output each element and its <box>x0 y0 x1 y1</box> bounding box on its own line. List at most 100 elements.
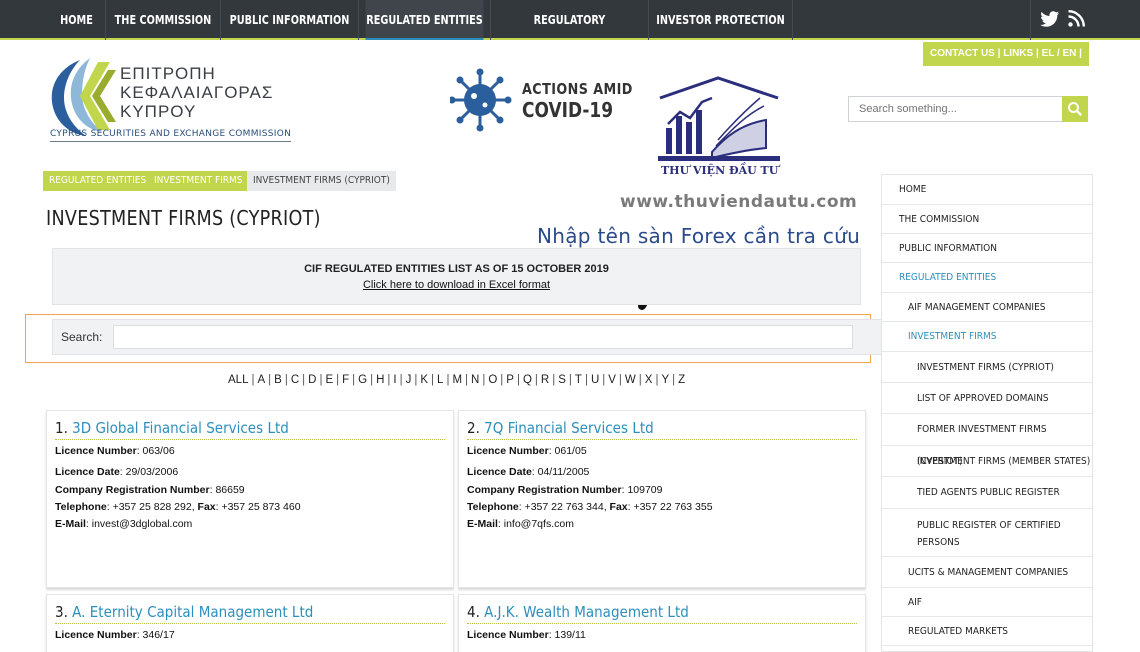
letter-filter-m[interactable]: M <box>452 374 462 386</box>
search-icon <box>1068 102 1082 116</box>
sidebar-navigation: HOME THE COMMISSION PUBLIC INFORMATION R… <box>881 174 1093 652</box>
licence-number: Licence Number: 061/05 <box>467 445 587 457</box>
site-search-input[interactable] <box>848 96 1062 122</box>
sidebar-item-investment-firms[interactable]: INVESTMENT FIRMS <box>882 322 1092 352</box>
logo-english-text: CYPRUS SECURITIES AND EXCHANGE COMMISSIO… <box>50 129 292 142</box>
firm-name-link[interactable]: A. Eternity Capital Management Ltd <box>72 603 313 621</box>
cysec-logo[interactable]: ΕΠΙΤΡΟΠΗ ΚΕΦΑΛΑΙΑΓΟΡΑΣ ΚΥΠΡΟΥ CYPRUS SEC… <box>46 56 292 146</box>
site-search-button[interactable] <box>1062 96 1088 122</box>
letter-separator: | <box>414 374 418 386</box>
excel-download-link[interactable]: Click here to download in Excel format <box>363 279 550 291</box>
sidebar-item-investment-firms-member-states[interactable]: INVESTMENT FIRMS (MEMBER STATES) <box>882 446 1092 477</box>
nav-divider <box>358 0 359 40</box>
firm-card: 3. A. Eternity Capital Management Ltd Li… <box>46 594 454 652</box>
sidebar-item-regulated-markets[interactable]: REGULATED MARKETS <box>882 617 1092 646</box>
firm-number: 3. <box>55 603 68 621</box>
twitter-icon[interactable] <box>1040 10 1060 28</box>
contact-us-link[interactable]: CONTACT US <box>930 48 995 59</box>
letter-filter-all[interactable]: ALL <box>228 374 248 386</box>
letter-separator: | <box>516 374 520 386</box>
letter-separator: | <box>672 374 676 386</box>
letter-filter-r[interactable]: R <box>541 374 549 386</box>
licence-number: Licence Number: 346/17 <box>55 629 175 641</box>
covid-line1: ACTIONS AMID <box>522 80 633 98</box>
letter-filter-g[interactable]: G <box>358 374 367 386</box>
letter-filter-t[interactable]: T <box>575 374 582 386</box>
letter-separator: | <box>284 374 288 386</box>
letter-separator: | <box>465 374 469 386</box>
firm-search: Search: <box>52 319 884 355</box>
firm-number: 2. <box>467 419 480 437</box>
letter-filter-u[interactable]: U <box>591 374 599 386</box>
letter-filter-k[interactable]: K <box>420 374 428 386</box>
nav-divider <box>792 0 793 40</box>
letter-separator: | <box>302 374 306 386</box>
covid-line2: COVID-19 <box>522 98 614 122</box>
covid-banner[interactable]: ACTIONS AMID COVID-19 <box>448 68 640 132</box>
letter-filter-o[interactable]: O <box>488 374 497 386</box>
letter-separator: | <box>482 374 486 386</box>
nav-public-information[interactable]: PUBLIC INFORMATION <box>228 0 351 40</box>
firm-name-link[interactable]: 3D Global Financial Services Ltd <box>72 419 289 437</box>
letter-filter-p[interactable]: P <box>506 374 514 386</box>
firm-search-input[interactable] <box>113 325 853 349</box>
sidebar-item-investment-firms-cypriot[interactable]: INVESTMENT FIRMS (CYPRIOT) <box>882 352 1092 383</box>
breadcrumb-regulated-entities[interactable]: REGULATED ENTITIES <box>43 171 153 191</box>
firm-search-label: Search: <box>61 330 103 344</box>
letter-separator: | <box>352 374 356 386</box>
nav-investor-protection[interactable]: INVESTOR PROTECTION <box>656 0 785 40</box>
nav-regulatory-framework[interactable]: REGULATORY FRAMEWORK <box>499 0 640 67</box>
nav-regulated-entities[interactable]: REGULATED ENTITIES <box>365 0 484 40</box>
sidebar-item-home[interactable]: HOME <box>882 175 1092 205</box>
firm-card: 2. 7Q Financial Services Ltd Licence Num… <box>458 410 866 588</box>
letter-filter-c[interactable]: C <box>291 374 299 386</box>
sidebar-item-public-register-certified-persons[interactable]: PUBLIC REGISTER OF CERTIFIED PERSONS <box>882 509 1092 557</box>
nav-the-commission[interactable]: THE COMMISSION <box>112 0 215 40</box>
letter-filter-v[interactable]: V <box>608 374 616 386</box>
letter-filter-w[interactable]: W <box>625 374 636 386</box>
letter-separator: | <box>399 374 403 386</box>
letter-separator: | <box>500 374 504 386</box>
cif-list-box: CIF REGULATED ENTITIES LIST AS OF 15 OCT… <box>52 248 861 305</box>
divider <box>467 623 857 624</box>
sidebar-item-aif-management-companies[interactable]: AIF MANAGEMENT COMPANIES <box>882 293 1092 322</box>
letter-filter-z[interactable]: Z <box>678 374 685 386</box>
letter-filter-q[interactable]: Q <box>523 374 532 386</box>
nav-divider <box>1030 0 1031 40</box>
firm-card: 4. A.J.K. Wealth Management Ltd Licence … <box>458 594 866 652</box>
watermark-caption: THƯ VIỆN ĐẦU TƯ <box>661 164 779 177</box>
sidebar-item-public-information[interactable]: PUBLIC INFORMATION <box>882 234 1092 263</box>
sidebar-item-tied-agents-public-register[interactable]: TIED AGENTS PUBLIC REGISTER <box>882 477 1092 509</box>
nav-divider <box>648 0 649 40</box>
firm-number: 1. <box>55 419 68 437</box>
nav-home[interactable]: HOME <box>51 0 102 40</box>
alphabet-filter: ALL | A | B | C | D | E | F | G | H | I | J | K | L | M | N | O | P | Q | R |… <box>228 374 685 386</box>
nav-divider <box>220 0 221 40</box>
letter-filter-a[interactable]: A <box>257 374 265 386</box>
sidebar-item-aif[interactable]: AIF <box>882 588 1092 617</box>
sidebar-item-regulated-entities[interactable]: REGULATED ENTITIES <box>882 263 1092 293</box>
rss-icon[interactable] <box>1068 10 1085 27</box>
letter-filter-y[interactable]: Y <box>661 374 669 386</box>
links-link[interactable]: LINKS <box>1003 48 1033 59</box>
firm-name-link[interactable]: 7Q Financial Services Ltd <box>484 419 654 437</box>
sidebar-item-the-commission[interactable]: THE COMMISSION <box>882 205 1092 234</box>
firm-name-link[interactable]: A.J.K. Wealth Management Ltd <box>484 603 689 621</box>
language-switch[interactable]: EL / EN <box>1042 48 1077 59</box>
watermark-logo: THƯ VIỆN ĐẦU TƯ <box>656 76 782 180</box>
telephone-fax: Telephone: +357 25 828 292, Fax: +357 25… <box>55 501 301 513</box>
sidebar-item-ucits-management-companies[interactable]: UCITS & MANAGEMENT COMPANIES <box>882 557 1092 588</box>
letter-filter-s[interactable]: S <box>558 374 566 386</box>
licence-number: Licence Number: 139/11 <box>467 629 586 641</box>
letter-separator: | <box>268 374 272 386</box>
letter-filter-e[interactable]: E <box>325 374 333 386</box>
firm-card: 1. 3D Global Financial Services Ltd Lice… <box>46 410 454 588</box>
sidebar-item-former-investment-firms[interactable]: FORMER INVESTMENT FIRMS (CYPRIOT) <box>882 414 1092 467</box>
registration-number: Company Registration Number: 109709 <box>467 484 663 496</box>
virus-icon <box>448 68 512 132</box>
cif-list-heading: CIF REGULATED ENTITIES LIST AS OF 15 OCT… <box>304 263 609 275</box>
breadcrumb-investment-firms[interactable]: INVESTMENT FIRMS <box>148 171 249 191</box>
letter-filter-b[interactable]: B <box>274 374 282 386</box>
sidebar-item-list-of-approved-domains[interactable]: LIST OF APPROVED DOMAINS <box>882 383 1092 414</box>
breadcrumb-current: INVESTMENT FIRMS (CYPRIOT) <box>247 171 396 191</box>
